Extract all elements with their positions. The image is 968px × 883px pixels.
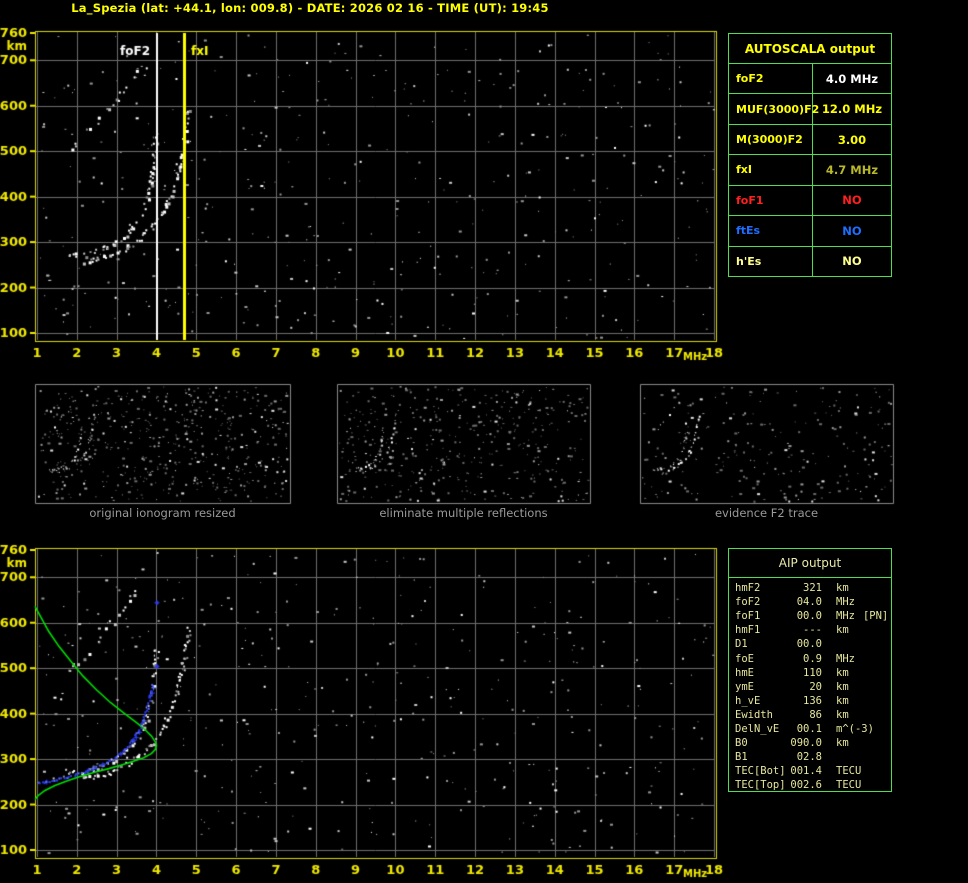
parameter-name: foF1 bbox=[735, 610, 761, 623]
table-row-tectop: TEC[Top] 002.6 TECU bbox=[729, 778, 891, 792]
parameter-unit: km bbox=[836, 737, 849, 750]
parameter-label: M(3000)F2 bbox=[729, 124, 813, 155]
table-row-b0: B0 090.0 km bbox=[729, 736, 891, 750]
parameter-value: 4.0 MHz bbox=[825, 71, 879, 86]
caption-original-ionogram: original ionogram resized bbox=[89, 506, 236, 520]
caption-evidence-f2-trace: evidence F2 trace bbox=[714, 506, 819, 520]
parameter-name: h_vE bbox=[735, 694, 761, 707]
parameter-value: 0.9 bbox=[803, 652, 822, 665]
aip-table-body: hmF2 321 km foF2 04.0 MHz foF1 00.0 MHz [PN] hm… bbox=[729, 578, 891, 792]
caption-eliminate-reflections: eliminate multiple reflections bbox=[379, 506, 548, 520]
parameter-value: 090.0 bbox=[790, 737, 822, 750]
parameter-value: 001.4 bbox=[790, 765, 822, 778]
parameter-name: TEC[Top] bbox=[735, 779, 786, 792]
parameter-unit: m^(-3) bbox=[836, 722, 874, 735]
parameter-unit: km bbox=[836, 708, 849, 721]
parameter-label: foF2 bbox=[729, 64, 813, 94]
parameter-value: NO bbox=[842, 223, 862, 238]
parameter-name: Ewidth bbox=[735, 708, 773, 721]
parameter-unit: km bbox=[836, 624, 849, 637]
parameter-unit: km bbox=[836, 582, 849, 595]
table-row-hme: hmE 110 km bbox=[729, 666, 891, 680]
parameter-unit: TECU bbox=[836, 765, 862, 778]
parameter-name: hmE bbox=[735, 666, 754, 679]
parameter-value: 110 bbox=[803, 666, 822, 679]
parameter-name: D1 bbox=[735, 638, 748, 651]
table-row-yme: ymE 20 km bbox=[729, 680, 891, 694]
table-row-fof2: foF2 4.0 MHz bbox=[729, 63, 891, 94]
parameter-name: TEC[Bot] bbox=[735, 765, 786, 778]
table-row-fof1: foF1 00.0 MHz [PN] bbox=[729, 609, 891, 623]
table-row-ftes: ftEs NO bbox=[729, 215, 891, 246]
autoscala-output-table: AUTOSCALA output foF2 4.0 MHz MUF(3000)F… bbox=[728, 33, 892, 277]
parameter-value: 20 bbox=[809, 680, 822, 693]
parameter-name: DelN_vE bbox=[735, 722, 780, 735]
table-row-hpes: h'Es NO bbox=[729, 245, 891, 276]
parameter-value: 3.00 bbox=[837, 132, 867, 147]
parameter-name: hmF1 bbox=[735, 624, 761, 637]
parameter-name: foE bbox=[735, 652, 754, 665]
parameter-name: hmF2 bbox=[735, 582, 761, 595]
parameter-unit: km bbox=[836, 666, 849, 679]
parameter-unit: MHz bbox=[836, 652, 855, 665]
parameter-value: 00.0 bbox=[796, 638, 822, 651]
parameter-value: 002.6 bbox=[790, 779, 822, 792]
aip-table-title: AIP output bbox=[729, 549, 891, 578]
parameter-unit: MHz bbox=[836, 596, 855, 609]
parameter-value: --- bbox=[803, 624, 822, 637]
parameter-name: B1 bbox=[735, 751, 748, 764]
table-row-hve: h_vE 136 km bbox=[729, 694, 891, 708]
parameter-label: h'Es bbox=[729, 246, 813, 276]
parameter-value: 00.0 bbox=[796, 610, 822, 623]
table-row-ewidth: Ewidth 86 km bbox=[729, 708, 891, 722]
table-row-muf3000f2: MUF(3000)F2 12.0 MHz bbox=[729, 93, 891, 124]
parameter-value: 00.1 bbox=[796, 722, 822, 735]
parameter-value: 321 bbox=[803, 582, 822, 595]
aip-output-table: AIP output hmF2 321 km foF2 04.0 MHz foF1 00.… bbox=[728, 548, 892, 792]
table-row-fof2: foF2 04.0 MHz bbox=[729, 595, 891, 609]
parameter-unit: km bbox=[836, 680, 849, 693]
table-row-b1: B1 02.8 bbox=[729, 750, 891, 764]
autoscala-table-title: AUTOSCALA output bbox=[744, 41, 876, 56]
parameter-label: ftEs bbox=[729, 216, 813, 246]
table-row-hmf1: hmF1 --- km bbox=[729, 623, 891, 637]
parameter-unit: TECU bbox=[836, 779, 862, 792]
parameter-name: B0 bbox=[735, 737, 748, 750]
table-row-fof1: foF1 NO bbox=[729, 184, 891, 216]
table-row-d1: D1 00.0 bbox=[729, 637, 891, 651]
table-row-foe: foE 0.9 MHz bbox=[729, 651, 891, 665]
screen: { "title": "La_Spezia (lat: +44.1, lon: … bbox=[0, 0, 968, 883]
table-row-fxi: fxI 4.7 MHz bbox=[729, 154, 891, 185]
parameter-value: NO bbox=[842, 254, 862, 269]
parameter-value: 4.7 MHz bbox=[825, 162, 879, 177]
parameter-label: fxI bbox=[729, 155, 813, 185]
table-row-delnve: DelN_vE 00.1 m^(-3) bbox=[729, 722, 891, 736]
parameter-value: 12.0 MHz bbox=[821, 102, 883, 117]
parameter-value: 04.0 bbox=[796, 596, 822, 609]
table-row-m3000f2: M(3000)F2 3.00 bbox=[729, 123, 891, 155]
parameter-value: 86 bbox=[809, 708, 822, 721]
parameter-unit: km bbox=[836, 694, 849, 707]
parameter-label: foF1 bbox=[729, 185, 813, 216]
parameter-value: NO bbox=[842, 193, 862, 208]
table-row-hmf2: hmF2 321 km bbox=[729, 581, 891, 595]
table-row-tecbot: TEC[Bot] 001.4 TECU bbox=[729, 764, 891, 778]
parameter-value: 02.8 bbox=[796, 751, 822, 764]
parameter-label: MUF(3000)F2 bbox=[729, 94, 819, 124]
parameter-name: foF2 bbox=[735, 596, 761, 609]
page-title: La_Spezia (lat: +44.1, lon: 009.8) - DAT… bbox=[71, 1, 549, 15]
parameter-value: 136 bbox=[803, 694, 822, 707]
parameter-unit: MHz bbox=[836, 610, 855, 623]
parameter-extra: [PN] bbox=[862, 610, 889, 623]
parameter-name: ymE bbox=[735, 680, 754, 693]
